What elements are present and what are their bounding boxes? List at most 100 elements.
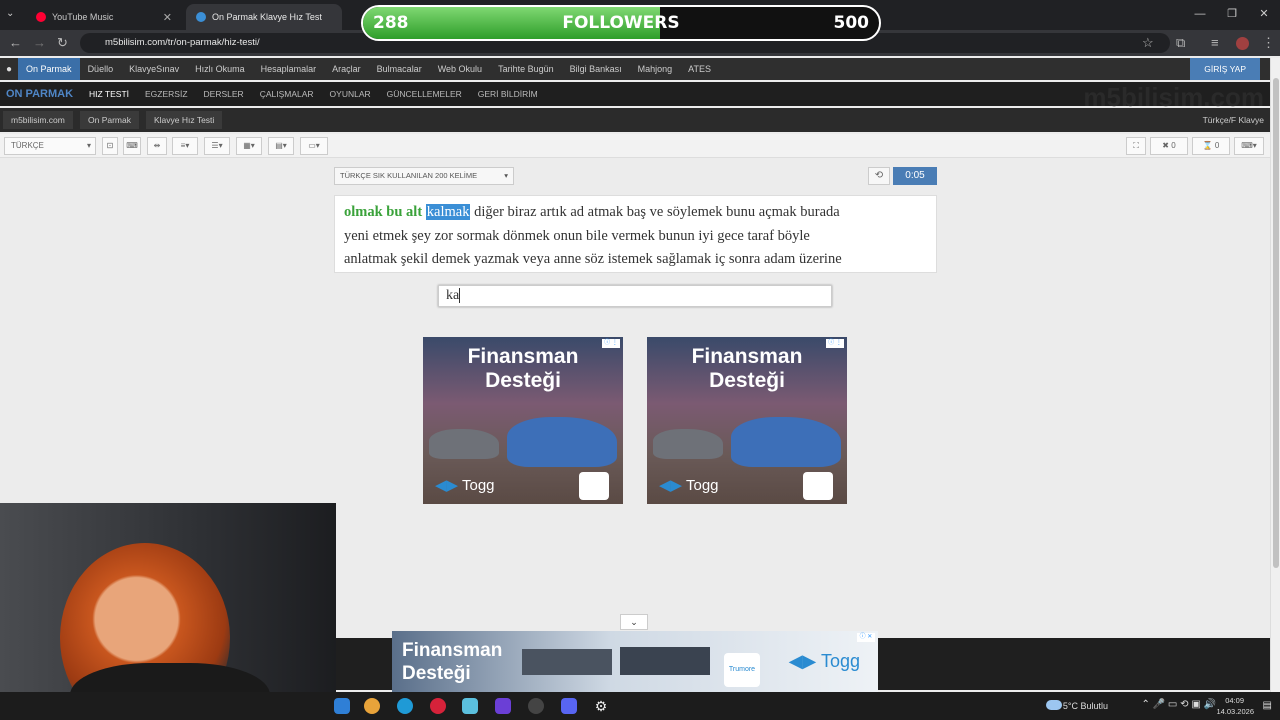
subnav-geri-bildirim[interactable]: GERİ BİLDİRİM	[470, 82, 546, 106]
youtube-music-icon	[36, 12, 46, 22]
typing-input[interactable]: ka	[438, 285, 832, 307]
chrome-icon[interactable]	[364, 698, 380, 714]
notification-icon[interactable]: ▤	[1263, 700, 1272, 711]
subnav-dersler[interactable]: DERSLER	[196, 82, 252, 106]
site-logo-icon[interactable]: ●	[0, 64, 18, 75]
tray-icons[interactable]: ⌃ 🎤 ▭ ⟲ ▣ 🔊	[1142, 699, 1216, 710]
clock-date[interactable]: 14.03.2026	[1216, 707, 1254, 716]
nav-hesaplamalar[interactable]: Hesaplamalar	[253, 58, 325, 80]
site-sub-nav: ON PARMAK HIZ TESTİ EGZERSİZ DERSLER ÇAL…	[0, 82, 1270, 106]
width-icon[interactable]: ⇹	[147, 137, 167, 155]
profile-avatar[interactable]	[1236, 37, 1249, 50]
ad-brand-label: Togg	[685, 477, 719, 494]
line-height-icon[interactable]: ≡▾	[172, 137, 198, 155]
close-window-icon[interactable]: ✕	[1248, 0, 1280, 30]
edge-icon[interactable]	[397, 698, 413, 714]
app-icon[interactable]	[528, 698, 544, 714]
text-line-2: yeni etmek şey zor sormak dönmek onun bi…	[344, 227, 810, 244]
dropdown-arrow-icon: ▾	[504, 171, 508, 180]
nav-tarihte-bugun[interactable]: Tarihte Bugün	[490, 58, 562, 80]
sticky-ad-brand: ◀▶ Togg	[789, 651, 860, 672]
opera-icon[interactable]	[430, 698, 446, 714]
nav-duello[interactable]: Düello	[80, 58, 122, 80]
menu-icon[interactable]: ⋮	[1262, 30, 1275, 56]
ad-banner-right[interactable]: ⓘ ⋮ Finansman Desteği ◀▶ Togg	[647, 337, 847, 504]
subnav-egzersiz[interactable]: EGZERSİZ	[137, 82, 196, 106]
bookmark-star-icon[interactable]: ☆	[1142, 30, 1154, 56]
weather-cloud-icon	[1046, 700, 1062, 710]
ad-info-icon[interactable]: ⓘ ✕	[857, 633, 875, 642]
nav-bilgi-bankasi[interactable]: Bilgi Bankası	[562, 58, 630, 80]
car-image	[731, 417, 841, 467]
back-icon[interactable]: ←	[9, 30, 22, 56]
app-icon[interactable]	[462, 698, 478, 714]
togg-logo-icon: ◀▶	[435, 477, 459, 494]
windows-taskbar: ⚙ 5°C Bulutlu ⌃ 🎤 ▭ ⟲ ▣ 🔊 04:09 14.03.20…	[0, 692, 1280, 720]
nav-bulmacalar[interactable]: Bulmacalar	[369, 58, 430, 80]
extensions-icon[interactable]: ⧉	[1176, 30, 1185, 56]
rows-icon[interactable]: ▤▾	[268, 137, 294, 155]
url-text: m5bilisim.com/tr/on-parmak/hiz-testi/	[105, 37, 260, 48]
subnav-hiz-testi[interactable]: HIZ TESTİ	[81, 82, 137, 106]
scrollbar-thumb[interactable]	[1273, 78, 1279, 568]
subnav-oyunlar[interactable]: OYUNLAR	[322, 82, 379, 106]
tab-search-icon[interactable]: ⌄	[6, 8, 14, 19]
typing-text: olmak bu alt kalmak diğer biraz artık ad…	[334, 195, 937, 273]
text-caret	[459, 288, 461, 304]
sticky-ad-brand-label: Togg	[820, 651, 860, 671]
nav-hizli-okuma[interactable]: Hızlı Okuma	[187, 58, 253, 80]
subnav-calismalar[interactable]: ÇALIŞMALAR	[252, 82, 322, 106]
trumore-badge	[579, 472, 609, 500]
close-tab-icon[interactable]: ✕	[163, 11, 172, 24]
nav-web-okulu[interactable]: Web Okulu	[430, 58, 490, 80]
grid-icon[interactable]: ▦▾	[236, 137, 262, 155]
car-image	[429, 429, 499, 459]
maximize-icon[interactable]: ❐	[1216, 0, 1248, 30]
collapse-ad-chevron-icon[interactable]: ⌄	[620, 614, 648, 630]
login-button[interactable]: GİRİŞ YAP	[1190, 58, 1260, 80]
dropdown-arrow-icon: ▾	[86, 141, 91, 150]
breadcrumb-hiz-testi[interactable]: Klavye Hız Testi	[146, 111, 223, 129]
followers-goal-bar: 288 FOLLOWERS 500	[361, 5, 881, 41]
align-icon[interactable]: ☰▾	[204, 137, 230, 155]
obs-icon[interactable]	[495, 698, 511, 714]
text-line-1: olmak bu alt kalmak diğer biraz artık ad…	[344, 201, 927, 225]
forward-icon[interactable]: →	[33, 30, 46, 56]
settings-gear-icon[interactable]: ⚙	[593, 698, 609, 714]
keyboard-icon[interactable]: ⌨	[123, 137, 141, 155]
wordlist-select-value: TÜRKÇE SIK KULLANILAN 200 KELİME	[340, 171, 478, 180]
breadcrumb-on-parmak[interactable]: On Parmak	[80, 111, 139, 129]
sticky-ad-banner[interactable]: ⓘ ✕ Finansman Desteği Trumore ◀▶ Togg	[392, 631, 878, 693]
section-brand[interactable]: ON PARMAK	[0, 88, 81, 100]
discord-icon[interactable]	[561, 698, 577, 714]
language-select[interactable]: TÜRKÇE ▾	[4, 137, 96, 155]
tab-youtube-music[interactable]: YouTube Music ✕	[26, 4, 182, 30]
minimize-icon[interactable]: —	[1184, 0, 1216, 30]
file-explorer-icon[interactable]	[334, 698, 350, 714]
nav-araclar[interactable]: Araçlar	[324, 58, 369, 80]
wordlist-select[interactable]: TÜRKÇE SIK KULLANILAN 200 KELİME ▾	[334, 167, 514, 185]
ad-banner-left[interactable]: ⓘ ⋮ Finansman Desteği ◀▶ Togg	[423, 337, 623, 504]
restart-icon[interactable]: ⟲	[868, 167, 890, 185]
display-icon[interactable]: ▭▾	[300, 137, 328, 155]
weather-text[interactable]: 5°C Bulutlu	[1063, 701, 1108, 711]
tab-title: YouTube Music	[52, 12, 114, 22]
error-count-value: 0	[1171, 141, 1176, 150]
nav-on-parmak[interactable]: On Parmak	[18, 58, 80, 80]
tab-on-parmak[interactable]: On Parmak Klavye Hız Testi | m5	[186, 4, 342, 30]
fullscreen-icon[interactable]: ⛶	[1126, 137, 1146, 155]
media-icon[interactable]: ≡	[1211, 30, 1219, 56]
upcoming-words: diğer biraz artık ad atmak baş ve söylem…	[474, 204, 840, 220]
clock-time[interactable]: 04:09	[1225, 696, 1244, 705]
font-size-icon[interactable]: ⊡	[102, 137, 118, 155]
breadcrumb-home[interactable]: m5bilisim.com	[3, 111, 73, 129]
page-scrollbar[interactable]	[1270, 58, 1280, 692]
nav-mahjong[interactable]: Mahjong	[630, 58, 681, 80]
keyboard-settings-icon[interactable]: ⌨▾	[1234, 137, 1264, 155]
nav-ates[interactable]: ATES	[680, 58, 719, 80]
nav-klavyesinav[interactable]: KlavyeSınav	[121, 58, 187, 80]
subnav-guncellemeler[interactable]: GÜNCELLEMELER	[379, 82, 470, 106]
car-image	[522, 649, 612, 675]
keyboard-layout-label[interactable]: Türkçe/F Klavye	[1203, 108, 1264, 132]
reload-icon[interactable]: ↻	[57, 30, 68, 56]
